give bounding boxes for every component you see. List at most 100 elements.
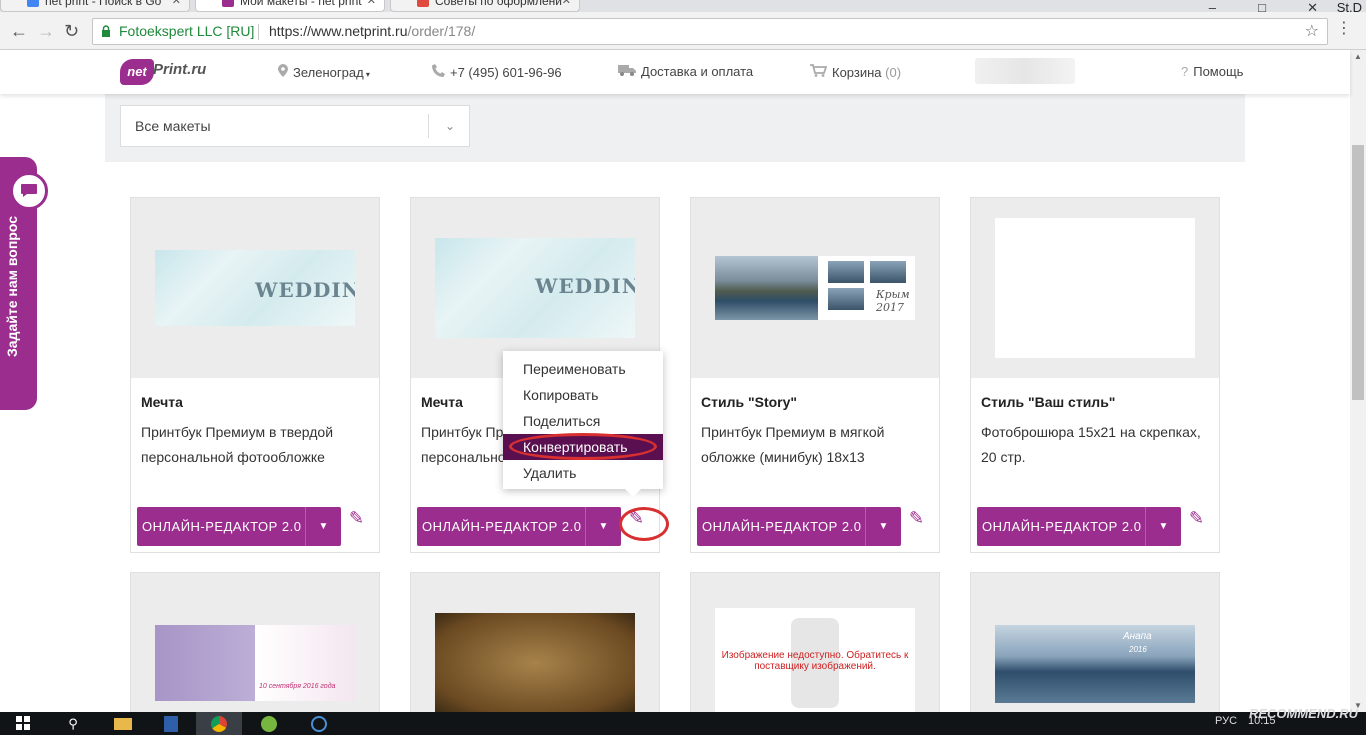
layout-card-preview[interactable]: 10 сентября 2016 года: [130, 572, 380, 722]
address-toolbar: ← → ↻ Fotoekspert LLC [RU] https://www.n…: [0, 12, 1366, 50]
back-icon[interactable]: ←: [10, 22, 28, 40]
edit-pencil-icon[interactable]: ✎: [1189, 508, 1211, 530]
layout-card: WEDDING Мечта Принтбук Премиум в твердой…: [130, 197, 380, 553]
photo: [828, 288, 864, 310]
online-editor-button[interactable]: ОНЛАЙН-РЕДАКТОР 2.0: [977, 507, 1145, 546]
browser-tab[interactable]: Советы по оформлени ✕: [390, 0, 580, 12]
forward-icon[interactable]: →: [37, 22, 55, 40]
online-editor-button[interactable]: ОНЛАЙН-РЕДАКТОР 2.0: [137, 507, 305, 546]
wedding-thumbnail: WEDDING: [155, 250, 355, 326]
divider: [428, 114, 429, 138]
wedding-thumbnail: WEDDING: [435, 238, 635, 338]
menu-item-rename[interactable]: Переименовать: [503, 356, 663, 382]
question-icon: ?: [1181, 64, 1189, 79]
thumbnail-caption: Крым 2017: [876, 288, 910, 314]
delivery-link[interactable]: Доставка и оплата: [618, 64, 753, 79]
browser-tab-active[interactable]: Мои макеты - net print ✕: [195, 0, 385, 12]
phone-label: +7 (495) 601-96-96: [450, 65, 562, 80]
close-tab-icon[interactable]: ✕: [562, 0, 571, 8]
reload-icon[interactable]: ↻: [64, 22, 79, 40]
feedback-label: Задайте нам вопрос: [4, 216, 20, 357]
scroll-up-icon[interactable]: ▲: [1354, 52, 1362, 61]
editor-dropdown-caret-icon[interactable]: ▼: [585, 507, 621, 546]
windows-taskbar: ⚲ РУС 10:15: [0, 712, 1366, 735]
layout-card-preview[interactable]: Изображение недоступно. Обратитесь к пос…: [690, 572, 940, 722]
layout-card-preview[interactable]: Анапа 2016: [970, 572, 1220, 722]
scroll-thumb[interactable]: [1352, 145, 1364, 400]
page-scrollbar[interactable]: ▲ ▼: [1350, 50, 1366, 712]
annotation-highlight-ellipse: [509, 433, 657, 460]
phone-number[interactable]: +7 (495) 601-96-96: [432, 64, 562, 80]
layouts-filter-select[interactable]: Все макеты ⌄: [120, 105, 470, 147]
app-icon[interactable]: [148, 712, 194, 735]
url-bar[interactable]: Fotoekspert LLC [RU] https://www.netprin…: [92, 18, 1328, 45]
cart-count: (0): [885, 65, 902, 80]
thumbnail-text: WEDDING: [255, 278, 355, 302]
logo-badge: net: [120, 59, 154, 85]
recommend-favicon-icon: [417, 0, 429, 7]
close-tab-icon[interactable]: ✕: [367, 0, 376, 8]
browser-menu-icon[interactable]: ⋮: [1336, 21, 1352, 37]
url-text[interactable]: https://www.netprint.ru/order/178/: [269, 19, 475, 44]
crimea-thumbnail: Крым 2017: [715, 256, 915, 320]
anapa-thumbnail: Анапа 2016: [995, 625, 1195, 703]
photo: [828, 261, 864, 283]
windows-start-icon[interactable]: [0, 712, 46, 735]
torrent-icon[interactable]: [246, 712, 292, 735]
online-editor-button[interactable]: ОНЛАЙН-РЕДАКТОР 2.0: [697, 507, 865, 546]
tab-title: Мои макеты - net print: [240, 0, 362, 8]
help-link[interactable]: ? Помощь: [1181, 64, 1243, 79]
cart-link[interactable]: Корзина (0): [810, 64, 901, 80]
layout-card: Стиль "Ваш стиль" Фотоброшюра 15х21 на с…: [970, 197, 1220, 553]
online-editor-button[interactable]: ОНЛАЙН-РЕДАКТОР 2.0: [417, 507, 585, 546]
filter-selected-value: Все макеты: [135, 118, 211, 134]
editor-dropdown-caret-icon[interactable]: ▼: [305, 507, 341, 546]
browser-tab[interactable]: net print - Поиск в Go ✕: [0, 0, 190, 12]
editor-dropdown-caret-icon[interactable]: ▼: [1145, 507, 1181, 546]
card-title: Стиль "Story": [701, 394, 798, 410]
feedback-side-tab[interactable]: Задайте нам вопрос: [0, 157, 48, 410]
editor-dropdown-caret-icon[interactable]: ▼: [865, 507, 901, 546]
photo: [715, 256, 818, 320]
bookmark-star-icon[interactable]: ☆: [1305, 19, 1319, 44]
file-explorer-icon[interactable]: [100, 712, 146, 735]
chrome-icon[interactable]: [196, 712, 242, 735]
card-preview[interactable]: [971, 198, 1219, 378]
annotation-highlight-circle: [619, 507, 669, 541]
layout-card-preview[interactable]: [410, 572, 660, 722]
divider: [258, 24, 259, 40]
close-tab-icon[interactable]: ✕: [172, 0, 181, 8]
card-preview[interactable]: WEDDING: [131, 198, 379, 378]
city-label: Зеленоград: [293, 65, 364, 80]
cart-label: Корзина: [832, 65, 882, 80]
search-icon[interactable]: ⚲: [50, 712, 96, 735]
location-pin-icon: [278, 64, 288, 80]
card-description: Принтбук Премиум в мягкой обложке (миниб…: [701, 424, 885, 465]
chat-bubble-icon: [10, 172, 48, 210]
delivery-label: Доставка и оплата: [641, 64, 754, 79]
card-preview[interactable]: Крым 2017: [691, 198, 939, 378]
city-selector[interactable]: Зеленоград ▾: [278, 64, 370, 80]
watermark-text: RECOMMEND.RU: [1248, 706, 1358, 721]
netprint-favicon-icon: [222, 0, 234, 7]
site-header: net Print.ru Зеленоград ▾ +7 (495) 601-9…: [0, 50, 1350, 94]
chevron-down-icon[interactable]: ⌄: [445, 106, 455, 146]
card-title: Мечта: [141, 394, 183, 410]
help-label: Помощь: [1193, 64, 1244, 79]
edit-pencil-icon[interactable]: ✎: [909, 508, 931, 530]
menu-item-share[interactable]: Поделиться: [503, 408, 663, 434]
logo-text: Print.ru: [153, 61, 207, 78]
edit-pencil-icon[interactable]: ✎: [349, 508, 371, 530]
user-account-blurred[interactable]: [975, 58, 1075, 84]
card-description: Принтбук Премиум в твердой персональной …: [141, 424, 334, 465]
app-icon[interactable]: [296, 712, 342, 735]
menu-pointer: [624, 488, 642, 497]
menu-item-delete[interactable]: Удалить: [503, 460, 663, 486]
caption-year: 2017: [876, 301, 904, 314]
keyboard-language[interactable]: РУС: [1215, 715, 1237, 727]
url-host: https://www.netprint.ru: [269, 23, 408, 39]
menu-item-copy[interactable]: Копировать: [503, 382, 663, 408]
phone-icon: [432, 64, 445, 80]
photo: [870, 261, 906, 283]
layout-context-menu: Переименовать Копировать Поделиться Конв…: [503, 351, 663, 489]
